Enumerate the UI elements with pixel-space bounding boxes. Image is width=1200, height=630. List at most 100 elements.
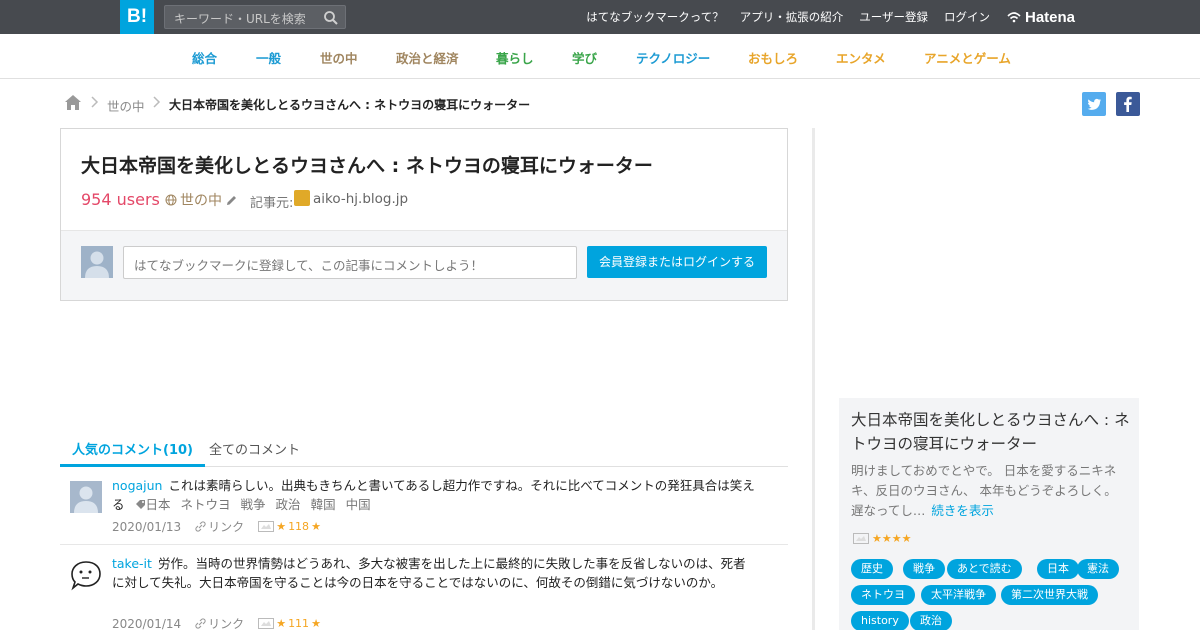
twitter-share-button[interactable] xyxy=(1082,92,1106,116)
breadcrumb-category[interactable]: 世の中 xyxy=(107,96,145,115)
entry-summary-card: 大日本帝国を美化しとるウヨさんへ : ネトウヨの寝耳にウォーター 明けましておめ… xyxy=(839,398,1139,630)
pencil-icon[interactable] xyxy=(225,194,238,207)
login-button[interactable]: 会員登録またはログインする xyxy=(587,246,767,278)
summary-stars[interactable]: ★★★★ xyxy=(853,532,911,545)
register-link[interactable]: ユーザー登録 xyxy=(859,9,928,25)
category-tab-it[interactable]: テクノロジー xyxy=(636,48,710,67)
add-star-icon xyxy=(258,618,275,629)
show-more-link[interactable]: 続きを表示 xyxy=(931,503,994,518)
tab-all-comments[interactable]: 全てのコメント xyxy=(209,439,300,458)
about-link[interactable]: はてなブックマークって？ xyxy=(586,9,723,25)
breadcrumb-title: 大日本帝国を美化しとるウヨさんへ : ネトウヨの寝耳にウォーター xyxy=(169,98,531,112)
comment-link-label: リンク xyxy=(208,617,245,630)
category-tab-fun[interactable]: おもしろ xyxy=(748,48,798,67)
summary-star-glyphs: ★★★★ xyxy=(872,532,912,545)
link-icon xyxy=(195,521,206,532)
comment-tags: 日本 ネトウヨ 戦争 政治 韓国 中国 xyxy=(129,497,371,512)
comment-tag[interactable]: 日本 xyxy=(146,497,171,512)
add-star-icon xyxy=(258,521,275,532)
comment-tag[interactable]: 戦争 xyxy=(241,497,266,512)
comment-separator xyxy=(60,544,788,545)
apps-link[interactable]: アプリ・拡張の紹介 xyxy=(740,9,844,25)
avatar[interactable] xyxy=(70,559,102,591)
category-tab-life[interactable]: 暮らし xyxy=(496,48,534,67)
user-silhouette-icon xyxy=(74,486,98,513)
category-tab-all[interactable]: 一般 xyxy=(256,48,281,67)
search-input[interactable]: キーワード・URLを検索 xyxy=(174,10,306,27)
global-header: B! キーワード・URLを検索 はてなブックマークって？ アプリ・拡張の紹介 ユ… xyxy=(0,0,1200,34)
tag-chip[interactable]: あとで読む xyxy=(947,559,1022,579)
hatena-brand[interactable]: Hatena xyxy=(1007,7,1075,27)
comment-stars[interactable]: ★ 111 ★ xyxy=(258,617,321,630)
comment-text: take-it 労作。当時の世界情勢はどうあれ、多大な被害を出した上に最終的に失敗… xyxy=(112,554,758,592)
category-tab-knowledge[interactable]: 学び xyxy=(572,48,597,67)
category-tab-entertainment[interactable]: エンタメ xyxy=(836,48,886,67)
category-tab-general[interactable]: 総合 xyxy=(192,48,217,67)
summary-text: 明けましておめでとやで。 日本を愛するニキネキ、反日のウヨさん、 本年もどうぞよ… xyxy=(851,461,1123,521)
comment-star-count: 118 xyxy=(288,520,310,533)
comment-form: はてなブックマークに登録して、この記事にコメントしよう！ 会員登録またはログイン… xyxy=(61,230,787,300)
avatar xyxy=(81,246,113,278)
source-domain-link[interactable]: aiko-hj.blog.jp xyxy=(313,191,408,207)
tag-chip[interactable]: 憲法 xyxy=(1077,559,1119,579)
twitter-icon xyxy=(1087,98,1101,110)
tag-icon xyxy=(135,500,145,509)
tag-chip[interactable]: ネトウヨ xyxy=(851,585,915,605)
tag-chip[interactable]: 太平洋戦争 xyxy=(921,585,996,605)
entry-title[interactable]: 大日本帝国を美化しとるウヨさんへ : ネトウヨの寝耳にウォーター xyxy=(81,151,653,178)
entry-card: 大日本帝国を美化しとるウヨさんへ : ネトウヨの寝耳にウォーター 954 use… xyxy=(60,128,788,301)
avatar[interactable] xyxy=(70,481,102,513)
comment-stars[interactable]: ★ 118 ★ xyxy=(258,520,321,533)
comment-link[interactable]: リンク xyxy=(195,518,244,535)
category-tab-game[interactable]: アニメとゲーム xyxy=(924,48,1011,67)
tab-popular-comments[interactable]: 人気のコメント(10) xyxy=(60,431,205,467)
comment-tag[interactable]: 韓国 xyxy=(311,497,336,512)
comment-content: 労作。当時の世界情勢はどうあれ、多大な被害を出した上に最終的に失敗した事を反省し… xyxy=(112,556,746,590)
summary-title[interactable]: 大日本帝国を美化しとるウヨさんへ : ネトウヨの寝耳にウォーター xyxy=(851,408,1131,456)
comment-meta: 2020/01/13 リンク ★ 118 ★ xyxy=(112,518,321,535)
comment-link[interactable]: リンク xyxy=(195,615,244,630)
facebook-share-button[interactable] xyxy=(1116,92,1140,116)
comment-meta: 2020/01/14 リンク ★ 111 ★ xyxy=(112,615,321,630)
column-divider xyxy=(812,128,815,630)
hatena-bookmark-logo[interactable]: B! xyxy=(120,0,154,34)
login-link[interactable]: ログイン xyxy=(944,9,990,25)
bookmark-users-count[interactable]: 954 users xyxy=(81,190,160,209)
comment-date[interactable]: 2020/01/13 xyxy=(112,520,181,534)
tag-chip[interactable]: 政治 xyxy=(910,611,952,630)
tag-chip[interactable]: 第二次世界大戦 xyxy=(1001,585,1098,605)
tag-chip[interactable]: 歴史 xyxy=(851,559,893,579)
category-nav: 総合 一般 世の中 政治と経済 暮らし 学び テクノロジー おもしろ エンタメ … xyxy=(0,34,1200,79)
category-tab-social[interactable]: 世の中 xyxy=(320,48,358,67)
link-icon xyxy=(195,618,206,629)
entry-category[interactable]: 世の中 xyxy=(165,190,238,210)
comment-date[interactable]: 2020/01/14 xyxy=(112,617,181,630)
chevron-right-icon xyxy=(91,96,99,108)
hatena-brand-label: Hatena xyxy=(1025,8,1076,26)
comment-tag[interactable]: 中国 xyxy=(346,497,371,512)
add-star-icon xyxy=(853,533,869,544)
comment-star-count: 111 xyxy=(288,617,310,630)
comment-username[interactable]: nogajun xyxy=(112,478,162,493)
comment-text: nogajun これは素晴らしい。出典もきちんと書いてあるし超力作ですね。それに比… xyxy=(112,476,758,514)
source-label: 記事元: xyxy=(250,196,294,211)
source-favicon xyxy=(294,190,310,206)
comment-input[interactable]: はてなブックマークに登録して、この記事にコメントしよう！ xyxy=(123,246,577,279)
category-tab-economics[interactable]: 政治と経済 xyxy=(396,48,459,67)
user-silhouette-icon xyxy=(85,251,109,278)
chevron-right-icon xyxy=(153,96,161,108)
entry-category-label: 世の中 xyxy=(180,193,222,209)
tag-chip[interactable]: history xyxy=(851,611,909,630)
search-box[interactable]: キーワード・URLを検索 xyxy=(164,5,346,29)
globe-icon xyxy=(165,194,177,206)
hatena-wifi-icon xyxy=(1007,12,1021,23)
search-icon[interactable] xyxy=(323,10,339,26)
comment-tag[interactable]: ネトウヨ xyxy=(181,497,231,512)
tag-chip[interactable]: 戦争 xyxy=(903,559,945,579)
speech-face-icon xyxy=(71,561,101,591)
comment-tag[interactable]: 政治 xyxy=(276,497,301,512)
home-icon[interactable] xyxy=(64,94,82,111)
comment-username[interactable]: take-it xyxy=(112,556,152,571)
tag-chip[interactable]: 日本 xyxy=(1037,559,1079,579)
facebook-icon xyxy=(1124,96,1132,112)
